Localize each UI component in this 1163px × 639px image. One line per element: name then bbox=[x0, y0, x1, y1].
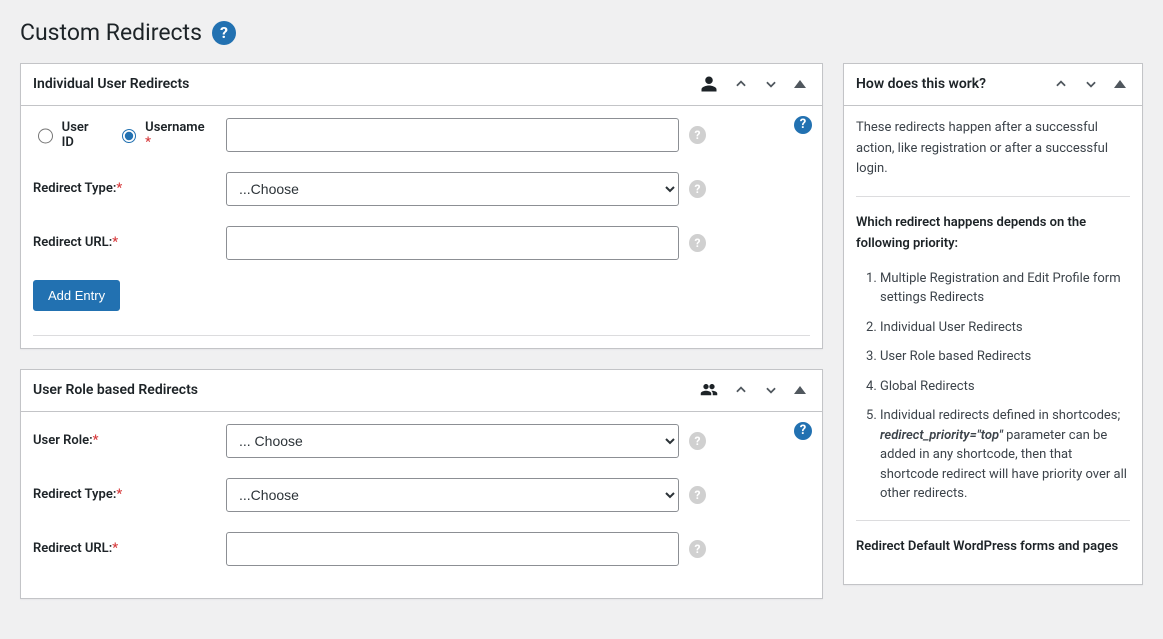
redirect-url-label: Redirect URL:* bbox=[33, 235, 218, 250]
field-help-icon[interactable]: ? bbox=[689, 180, 706, 198]
field-help-icon[interactable]: ? bbox=[689, 486, 706, 504]
panel-title: Individual User Redirects bbox=[33, 76, 189, 92]
panel-title: How does this work? bbox=[856, 76, 986, 92]
field-help-icon[interactable]: ? bbox=[689, 432, 706, 450]
user-icon bbox=[696, 71, 722, 97]
collapse-toggle-icon[interactable] bbox=[1110, 76, 1130, 92]
page-title: Custom Redirects ? bbox=[20, 0, 1143, 63]
list-item: User Role based Redirects bbox=[880, 347, 1130, 367]
chevron-up-icon[interactable] bbox=[730, 379, 752, 401]
users-icon bbox=[696, 377, 722, 403]
redirect-url-input[interactable] bbox=[226, 226, 679, 260]
list-item: Individual User Redirects bbox=[880, 318, 1130, 338]
radio-username-label: Username * bbox=[145, 120, 208, 150]
redirect-type-select[interactable]: ...Choose bbox=[226, 172, 679, 206]
redirect-type-select[interactable]: ...Choose bbox=[226, 478, 679, 512]
field-help-icon[interactable]: ? bbox=[689, 126, 706, 144]
collapse-toggle-icon[interactable] bbox=[790, 382, 810, 398]
username-input[interactable] bbox=[226, 118, 679, 152]
panel-individual-redirects: Individual User Redirects bbox=[20, 63, 823, 349]
radio-user-id-label: User ID bbox=[62, 120, 101, 150]
chevron-up-icon[interactable] bbox=[1050, 73, 1072, 95]
user-role-select[interactable]: ... Choose bbox=[226, 424, 679, 458]
panel-header: How does this work? bbox=[844, 64, 1142, 106]
chevron-down-icon[interactable] bbox=[760, 73, 782, 95]
user-role-label: User Role:* bbox=[33, 433, 218, 448]
priority-list: Multiple Registration and Edit Profile f… bbox=[856, 269, 1130, 504]
radio-username[interactable] bbox=[122, 128, 137, 144]
page-title-text: Custom Redirects bbox=[20, 18, 202, 48]
panel-help-icon[interactable]: ? bbox=[794, 422, 812, 440]
field-help-icon[interactable]: ? bbox=[689, 234, 706, 252]
collapse-toggle-icon[interactable] bbox=[790, 76, 810, 92]
redirect-type-label: Redirect Type:* bbox=[33, 181, 218, 196]
chevron-down-icon[interactable] bbox=[1080, 73, 1102, 95]
sidebar-priority-lead: Which redirect happens depends on the fo… bbox=[856, 213, 1130, 255]
list-item: Global Redirects bbox=[880, 377, 1130, 397]
panel-header: Individual User Redirects bbox=[21, 64, 822, 106]
redirect-url-input[interactable] bbox=[226, 532, 679, 566]
redirect-url-label: Redirect URL:* bbox=[33, 541, 218, 556]
radio-user-id[interactable] bbox=[38, 128, 53, 144]
panel-title: User Role based Redirects bbox=[33, 382, 198, 398]
add-entry-button[interactable]: Add Entry bbox=[33, 280, 120, 311]
sidebar-footer: Redirect Default WordPress forms and pag… bbox=[856, 537, 1130, 558]
field-help-icon[interactable]: ? bbox=[689, 540, 706, 558]
chevron-down-icon[interactable] bbox=[760, 379, 782, 401]
panel-header: User Role based Redirects bbox=[21, 370, 822, 412]
list-item: Multiple Registration and Edit Profile f… bbox=[880, 269, 1130, 308]
redirect-type-label: Redirect Type:* bbox=[33, 487, 218, 502]
list-item: Individual redirects defined in shortcod… bbox=[880, 406, 1130, 504]
panel-help-sidebar: How does this work? These redirects happ… bbox=[843, 63, 1143, 585]
panel-help-icon[interactable]: ? bbox=[794, 116, 812, 134]
help-icon[interactable]: ? bbox=[212, 21, 236, 45]
sidebar-intro: These redirects happen after a successfu… bbox=[856, 118, 1130, 180]
panel-role-redirects: User Role based Redirects bbox=[20, 369, 823, 599]
chevron-up-icon[interactable] bbox=[730, 73, 752, 95]
